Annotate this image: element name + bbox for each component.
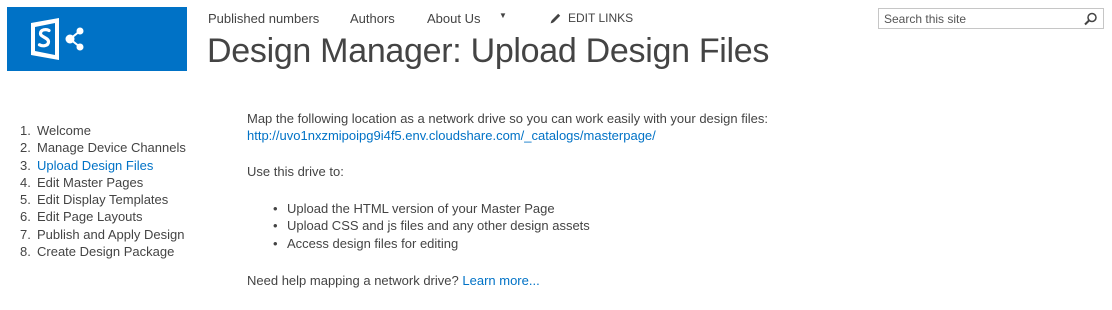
search-box xyxy=(878,8,1104,29)
sharepoint-logo[interactable] xyxy=(7,7,187,71)
sharepoint-logo-icon xyxy=(31,18,84,60)
step-publish-and-apply-design[interactable]: 7. Publish and Apply Design xyxy=(20,226,186,243)
step-welcome[interactable]: 1. Welcome xyxy=(20,122,186,139)
nav-item-authors[interactable]: Authors xyxy=(350,11,395,26)
step-label: Upload Design Files xyxy=(37,157,154,173)
step-number: 3. xyxy=(20,157,31,173)
design-steps-list: 1. Welcome 2. Manage Device Channels 3. Upl… xyxy=(20,122,186,260)
list-item-text: Upload CSS and js files and any other de… xyxy=(287,218,590,234)
step-edit-display-templates[interactable]: 5. Edit Display Templates xyxy=(20,191,186,208)
list-item: Upload CSS and js files and any other de… xyxy=(247,217,847,235)
list-item-text: Upload the HTML version of your Master P… xyxy=(287,201,555,216)
step-number: 7. xyxy=(20,226,31,242)
page-title: Design Manager: Upload Design Files xyxy=(207,32,770,70)
list-item: Upload the HTML version of your Master P… xyxy=(247,200,847,218)
usage-list: Upload the HTML version of your Master P… xyxy=(247,200,847,252)
nav-item-about-us[interactable]: About Us xyxy=(427,11,480,26)
step-edit-page-layouts[interactable]: 6. Edit Page Layouts xyxy=(20,208,186,225)
step-label: Welcome xyxy=(37,123,91,138)
step-number: 8. xyxy=(20,244,31,260)
intro-text: Map the following location as a network … xyxy=(247,111,768,126)
step-manage-device-channels[interactable]: 2. Manage Device Channels xyxy=(20,139,186,156)
step-label: Edit Master Pages xyxy=(37,174,144,190)
step-number: 1. xyxy=(20,123,31,138)
network-drive-link[interactable]: http://uvo1nxzmipoipg9i4f5.env.cloudshar… xyxy=(247,128,656,143)
list-item-text: Access design files for editing xyxy=(287,235,459,251)
list-item: Access design files for editing xyxy=(247,235,847,253)
help-text: Need help mapping a network drive? xyxy=(247,272,459,288)
caret-down-icon[interactable]: ▼ xyxy=(499,11,507,20)
search-icon[interactable] xyxy=(1084,12,1098,26)
step-number: 5. xyxy=(20,192,31,208)
main-content: Map the following location as a network … xyxy=(247,110,847,289)
edit-links-label: EDIT LINKS xyxy=(568,11,634,25)
step-upload-design-files[interactable]: 3. Upload Design Files xyxy=(20,157,186,174)
step-label: Manage Device Channels xyxy=(37,140,186,156)
step-label: Edit Page Layouts xyxy=(37,209,143,225)
step-label: Publish and Apply Design xyxy=(37,226,185,242)
step-number: 2. xyxy=(20,140,31,156)
step-edit-master-pages[interactable]: 4. Edit Master Pages xyxy=(20,174,186,191)
step-label: Edit Display Templates xyxy=(37,192,169,208)
step-number: 6. xyxy=(20,209,31,225)
learn-more-link[interactable]: Learn more... xyxy=(462,273,539,288)
step-create-design-package[interactable]: 8. Create Design Package xyxy=(20,243,186,260)
nav-item-published-numbers[interactable]: Published numbers xyxy=(208,11,319,26)
help-paragraph: Need help mapping a network drive? Learn… xyxy=(247,272,847,289)
step-number: 4. xyxy=(20,174,31,190)
step-label: Create Design Package xyxy=(37,244,175,260)
pencil-icon xyxy=(550,13,561,24)
use-drive-heading: Use this drive to: xyxy=(247,164,344,179)
search-input[interactable] xyxy=(879,9,1084,28)
